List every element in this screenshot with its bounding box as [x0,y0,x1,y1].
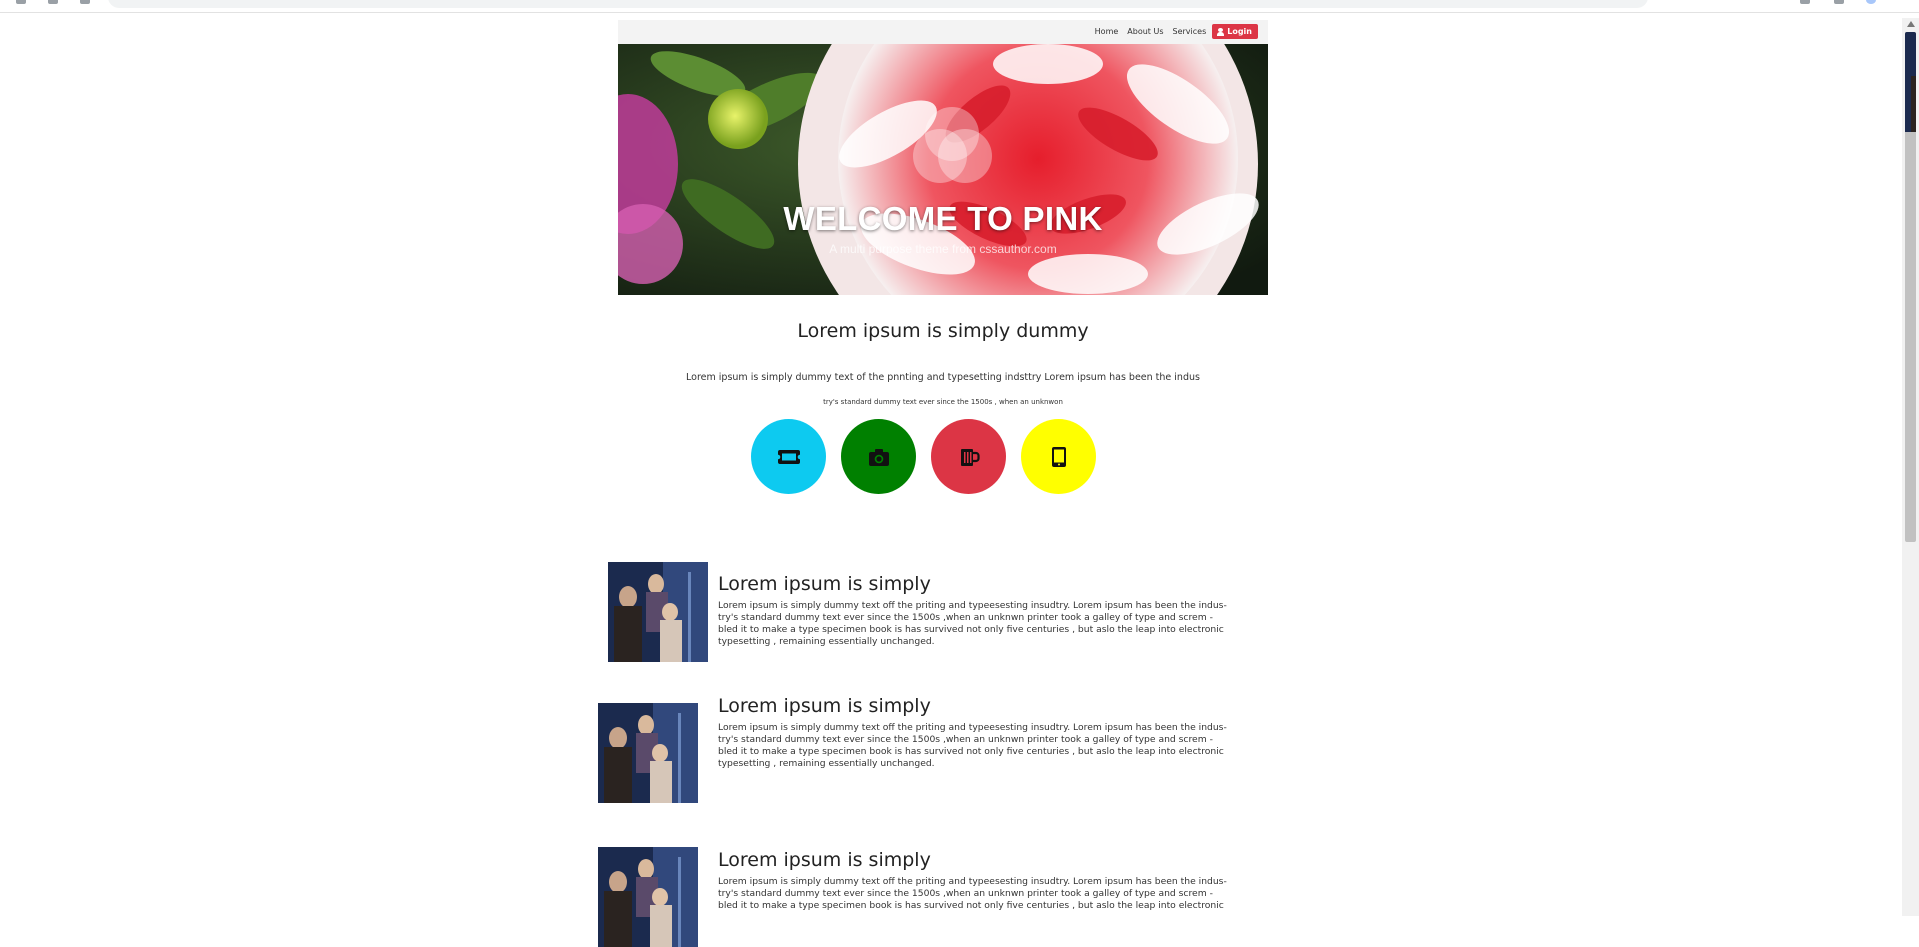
nav-home-link[interactable]: Home [1095,27,1119,36]
article-body: Lorem ipsum is simply dummy text off the… [718,722,1227,769]
dahlia-hero-image [618,44,1268,295]
user-icon [1217,27,1225,36]
camera-icon [868,448,889,466]
nav-services-link[interactable]: Services [1173,27,1207,36]
thumbnail-image [608,562,708,662]
article-thumbnail[interactable] [598,847,698,947]
article-body: Lorem ipsum is simply dummy text off the… [718,600,1227,647]
profile-avatar[interactable] [1866,0,1876,4]
hero-subtitle: A multi purpose theme from cssauthor.com [829,242,1057,256]
browser-toolbar [0,0,1919,13]
tablet-icon [1051,446,1066,467]
hero-banner: WELCOME TO PINK A multi purpose theme fr… [618,44,1268,295]
thumbnail-image [1905,32,1916,132]
tablet-feature-button[interactable] [1021,419,1096,494]
ticket-feature-button[interactable] [751,419,826,494]
forward-icon[interactable] [48,0,58,4]
page-scrollbar[interactable] [1902,18,1919,916]
article-title: Lorem ipsum is simply [718,695,931,717]
hero-title: WELCOME TO PINK [783,200,1103,237]
mug-icon [960,448,980,466]
intro-text-line: Lorem ipsum is simply dummy text of the … [686,372,1200,383]
extensions-icon[interactable] [1800,0,1810,4]
section-heading: Lorem ipsum is simply dummy [797,320,1089,342]
thumbnail-image [598,703,698,803]
article-body: Lorem ipsum is simply dummy text off the… [718,876,1227,911]
article-thumbnail[interactable] [598,703,698,803]
article-title: Lorem ipsum is simply [718,849,931,871]
article-thumbnail[interactable] [608,562,708,662]
login-label: Login [1227,27,1252,36]
camera-feature-button[interactable] [841,419,916,494]
login-button[interactable]: Login [1212,24,1258,39]
nav-about-link[interactable]: About Us [1127,27,1163,36]
thumbnail-image [598,847,698,947]
intro-text-line: try's standard dummy text ever since the… [823,398,1063,406]
top-navbar: Home About Us Services Login [618,20,1268,44]
scroll-up-arrow-icon[interactable] [1907,21,1915,27]
menu-icon[interactable] [1834,0,1844,4]
ticket-icon [775,449,802,464]
scrollbar-thumb[interactable] [1905,32,1916,542]
article-title: Lorem ipsum is simply [718,573,931,595]
back-icon[interactable] [16,0,26,4]
reload-icon[interactable] [80,0,90,4]
address-bar[interactable] [108,0,1648,8]
mug-feature-button[interactable] [931,419,1006,494]
